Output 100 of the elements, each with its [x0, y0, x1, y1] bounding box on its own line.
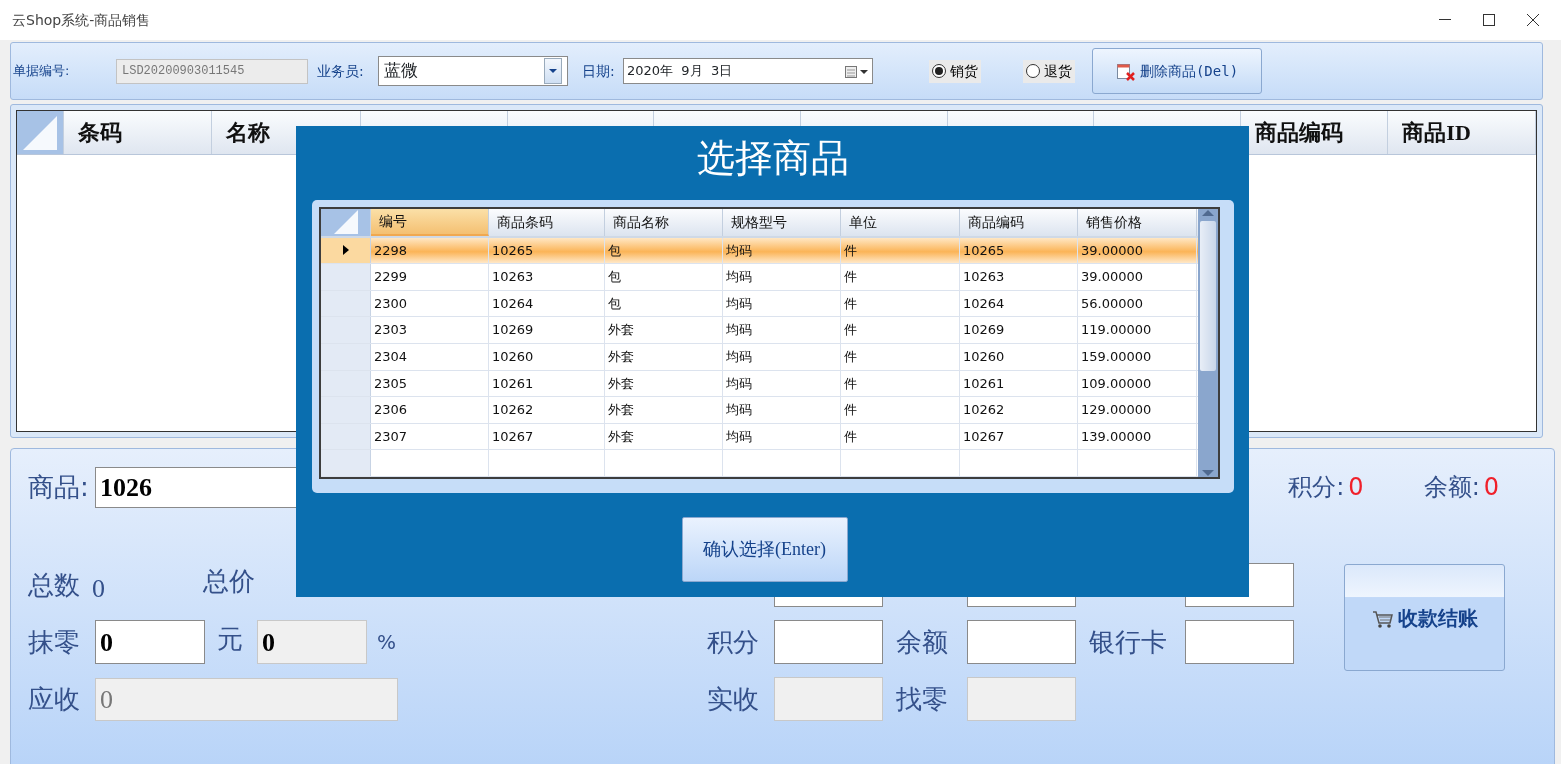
radio-button[interactable]: 销货 — [929, 59, 981, 83]
received-input[interactable] — [774, 677, 883, 721]
column-header[interactable]: 商品名称 — [605, 209, 723, 236]
total-price-label: 总价 — [203, 564, 255, 598]
balance-payment-input[interactable] — [967, 620, 1076, 664]
rounding-input[interactable]: 0 — [95, 620, 205, 664]
scrollbar[interactable] — [1198, 209, 1218, 477]
table-cell: 外套 — [605, 370, 723, 397]
field-label: 实收 — [707, 682, 760, 716]
table-cell: 10269 — [960, 317, 1078, 343]
field-label: 日期: — [582, 61, 616, 81]
points-label: 积分: — [1288, 472, 1345, 503]
table-cell: 10267 — [960, 423, 1078, 450]
scroll-down-icon[interactable] — [1202, 469, 1214, 477]
table-cell: 件 — [841, 290, 960, 317]
bank-card-input[interactable] — [1185, 620, 1294, 664]
table-cell: 2303 — [371, 317, 489, 343]
table-cell: 件 — [841, 397, 960, 423]
amount-due-input[interactable]: 0 — [95, 677, 398, 721]
table-cell: 包 — [605, 264, 723, 290]
table-cell: 2305 — [371, 370, 489, 397]
table-cell: 均码 — [723, 317, 841, 343]
table-cell: 外套 — [605, 397, 723, 423]
dialog-title: 选择商品 — [695, 136, 850, 181]
scroll-up-icon[interactable] — [1202, 209, 1214, 217]
column-header[interactable]: 商品编码 — [960, 209, 1078, 236]
window-title: 云Shop系统-商品销售 — [12, 10, 151, 30]
checkout-button[interactable]: 收款结账 — [1344, 564, 1505, 671]
table-cell: 均码 — [723, 343, 841, 370]
table-cell: 2300 — [371, 290, 489, 317]
table-cell: 139.00000 — [1078, 423, 1197, 450]
table-cell: 10264 — [960, 290, 1078, 317]
select-all-corner-icon[interactable] — [22, 115, 57, 150]
table-row[interactable]: 2306 10262 外套 均码 件 10262 129.00000 — [321, 397, 1198, 424]
salesperson-dropdown[interactable]: 蓝微 — [378, 56, 568, 86]
table-cell: 2298 — [371, 237, 489, 264]
table-cell: 10261 — [489, 370, 605, 397]
maximize-icon[interactable] — [1483, 14, 1495, 26]
column-header[interactable]: 商品条码 — [489, 209, 605, 236]
table-cell: 均码 — [723, 237, 841, 264]
table-row[interactable]: 2298 10265 包 均码 件 10265 39.00000 — [321, 237, 1198, 265]
balance-label: 余额: — [1423, 472, 1480, 503]
table-cell: 10262 — [489, 397, 605, 423]
table-cell: 件 — [841, 423, 960, 450]
table-cell: 均码 — [723, 397, 841, 423]
field-label: 元 — [217, 622, 244, 656]
confirm-selection-button[interactable]: 确认选择(Enter) — [681, 517, 848, 582]
field-label: 抹零 — [28, 625, 81, 659]
column-header[interactable]: 销售价格 — [1078, 209, 1197, 236]
table-row[interactable]: 2307 10267 外套 均码 件 10267 139.00000 — [321, 423, 1198, 451]
column-header[interactable]: 单位 — [841, 209, 960, 236]
change-input[interactable] — [967, 677, 1076, 721]
table-row[interactable]: 2299 10263 包 均码 件 10263 39.00000 — [321, 264, 1198, 291]
total-count-label: 总数 — [28, 568, 80, 602]
table-cell: 包 — [605, 237, 723, 264]
table-cell: 均码 — [723, 370, 841, 397]
table-row[interactable]: 2304 10260 外套 均码 件 10260 159.00000 — [321, 343, 1198, 371]
current-row-icon — [342, 245, 349, 256]
table-row[interactable]: 2303 10269 外套 均码 件 10269 119.00000 — [321, 317, 1198, 344]
radio-button[interactable]: 退货 — [1023, 59, 1075, 83]
cart-icon — [1371, 609, 1394, 629]
percent-input[interactable]: 0 — [257, 620, 367, 664]
table-row[interactable]: 2300 10264 包 均码 件 10264 56.00000 — [321, 290, 1198, 318]
table-cell: 外套 — [605, 423, 723, 450]
date-picker[interactable]: 2020年 9月 3日 — [623, 58, 873, 84]
column-header[interactable]: 条码 — [63, 111, 213, 154]
delete-product-button[interactable]: 删除商品(Del) — [1092, 48, 1262, 94]
row-header[interactable] — [321, 237, 371, 264]
table-cell: 均码 — [723, 264, 841, 290]
table-cell: 109.00000 — [1078, 370, 1197, 397]
table-cell: 外套 — [605, 317, 723, 343]
field-label: 单据编号: — [13, 62, 71, 81]
table-cell: 件 — [841, 317, 960, 343]
table-cell: 119.00000 — [1078, 317, 1197, 343]
field-label: 商品: — [28, 470, 90, 504]
table-cell: 件 — [841, 343, 960, 370]
points-payment-input[interactable] — [774, 620, 883, 664]
table-cell: 10264 — [489, 290, 605, 317]
table-cell: 10265 — [960, 237, 1078, 264]
table-cell: 56.00000 — [1078, 290, 1197, 317]
delete-document-icon — [1115, 62, 1136, 81]
document-number-field[interactable]: LSD20200903011545 — [116, 58, 308, 84]
percent-label: % — [377, 629, 396, 656]
points-value: 0 — [1348, 472, 1364, 503]
close-icon[interactable] — [1527, 14, 1539, 26]
table-cell: 外套 — [605, 343, 723, 370]
field-label: 业务员: — [317, 61, 365, 81]
balance-value: 0 — [1483, 472, 1499, 503]
column-header[interactable]: 商品ID — [1388, 111, 1536, 154]
table-cell: 10260 — [960, 343, 1078, 370]
table-cell: 件 — [841, 264, 960, 290]
table-cell: 10269 — [489, 317, 605, 343]
column-header[interactable]: 编号 — [371, 209, 489, 236]
table-row[interactable] — [321, 450, 1198, 477]
table-cell: 均码 — [723, 423, 841, 450]
field-label: 积分 — [707, 625, 760, 659]
field-label: 找零 — [895, 682, 949, 716]
minimize-icon[interactable] — [1439, 19, 1451, 21]
table-row[interactable]: 2305 10261 外套 均码 件 10261 109.00000 — [321, 370, 1198, 398]
column-header[interactable]: 规格型号 — [723, 209, 841, 236]
